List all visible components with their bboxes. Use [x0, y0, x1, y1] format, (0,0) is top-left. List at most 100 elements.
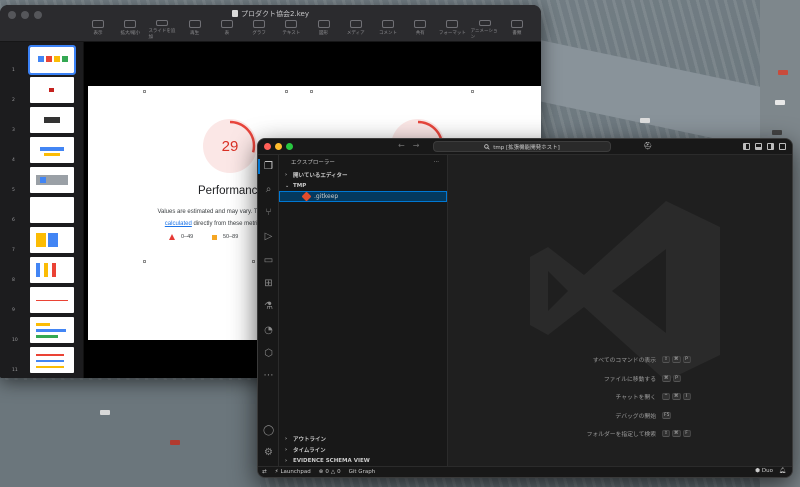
slide-thumbnail-row[interactable]: 8 — [12, 257, 78, 283]
account-icon[interactable]: ◯ — [263, 425, 274, 436]
sidebar-title: エクスプローラー — [291, 160, 335, 166]
remote-indicator-icon[interactable]: ⇄ — [262, 469, 267, 475]
slide-thumbnail[interactable] — [30, 197, 74, 223]
launchpad-item[interactable]: ⚡ Launchpad — [275, 469, 311, 475]
vscode-window: ← → tmp [拡張機能開発ホスト] ⛑ ❐ ⌕ ⑂ ▷ ▭ ⊞ ⚗ ◔ ⬡ … — [257, 138, 793, 478]
toggle-secondary-sidebar-icon[interactable] — [767, 142, 774, 150]
toggle-panel-icon[interactable] — [755, 142, 762, 150]
slide-thumbnail[interactable] — [30, 137, 74, 163]
forward-arrow-icon[interactable]: → — [413, 141, 420, 150]
thumbnail-shape — [40, 177, 46, 183]
selection-handle[interactable] — [252, 260, 255, 263]
shortcut-row[interactable]: すべてのコマンドの表示 ⇧ ⌘ P — [587, 355, 694, 364]
toggle-primary-sidebar-icon[interactable] — [743, 142, 750, 150]
slide-thumbnail-row[interactable]: 5 — [12, 167, 78, 193]
timeline-section[interactable]: › タイムライン — [279, 444, 447, 455]
selection-handle[interactable] — [143, 90, 146, 93]
toolbar-item[interactable]: アニメーション — [471, 20, 499, 40]
copilot-icon[interactable]: ⛑ — [643, 142, 652, 150]
shortcut-row[interactable]: チャットを開く ^ ⌘ I — [587, 392, 694, 401]
close-window-button[interactable] — [264, 143, 271, 150]
slide-thumbnail-row[interactable]: 7 — [12, 227, 78, 253]
ellipsis-icon[interactable]: ··· — [434, 159, 439, 165]
settings-gear-icon[interactable]: ⚙ — [263, 447, 274, 458]
slide-thumbnail-row[interactable]: 10 — [12, 317, 78, 343]
slide-thumbnail[interactable] — [30, 347, 74, 373]
shortcut-label: ファイルに移動する — [603, 376, 656, 383]
toolbar-item[interactable]: 表示 — [84, 20, 112, 40]
selection-handle[interactable] — [310, 90, 313, 93]
slide-thumbnail-row[interactable]: 11 — [12, 347, 78, 373]
toolbar-item[interactable]: 図形 — [310, 20, 338, 40]
toolbar-item[interactable]: 表 — [213, 20, 241, 40]
slide-thumbnail[interactable] — [30, 257, 74, 283]
slide-thumbnail-row[interactable]: 3 — [12, 107, 78, 133]
source-control-icon[interactable]: ⑂ — [263, 207, 274, 218]
slide-thumbnail[interactable] — [30, 77, 74, 103]
evidence-schema-section[interactable]: › EVIDENCE SCHEMA VIEW — [279, 455, 447, 466]
search-icon[interactable]: ⌕ — [263, 184, 274, 195]
more-views-icon[interactable]: ⋯ — [263, 370, 274, 381]
editor-area[interactable]: すべてのコマンドの表示 ⇧ ⌘ P ファイルに移動する ⌘ P チャットを開く ^ ⌘ I デバッグの… — [448, 155, 792, 466]
slide-number: 3 — [12, 128, 15, 133]
toolbar-item[interactable]: フォーマット — [438, 20, 466, 40]
selection-handle[interactable] — [471, 90, 474, 93]
slide-thumbnail-row[interactable]: 6 — [12, 197, 78, 223]
toolbar-label: コメント — [378, 31, 397, 36]
slide-thumbnail-row[interactable]: 1 — [12, 45, 78, 75]
toolbar-item[interactable]: テキスト — [277, 20, 305, 40]
open-editors-section[interactable]: › 開いているエディター — [279, 169, 447, 180]
problems-item[interactable]: ⊗ 0 △ 0 — [319, 469, 341, 475]
extensions-icon[interactable]: ⊞ — [263, 278, 274, 289]
slide-thumbnail[interactable] — [30, 227, 74, 253]
explorer-icon[interactable]: ❐ — [258, 159, 274, 174]
shortcut-row[interactable]: ファイルに移動する ⌘ P — [587, 374, 694, 383]
back-arrow-icon[interactable]: ← — [398, 141, 405, 150]
remote-explorer-icon[interactable]: ▭ — [263, 255, 274, 266]
wallpaper-car — [775, 100, 785, 105]
toolbar-item[interactable]: スライドを追加 — [148, 20, 176, 40]
slide-thumbnail-row[interactable]: 4 — [12, 137, 78, 163]
folder-section[interactable]: ⌄ TMP — [279, 180, 447, 191]
slide-thumbnail-row[interactable]: 9 — [12, 287, 78, 313]
note-link[interactable]: calculated — [165, 221, 192, 227]
zoom-window-button[interactable] — [286, 143, 293, 150]
toolbar-item[interactable]: 書類 — [503, 20, 531, 40]
notifications-bell-icon[interactable]: 🔔︎ — [779, 468, 786, 474]
toolbar-item[interactable]: 拡大/縮小 — [116, 20, 144, 40]
slide-thumbnail[interactable] — [30, 317, 74, 343]
run-debug-icon[interactable]: ▷ — [263, 231, 274, 242]
database-icon[interactable]: ⬡ — [263, 348, 274, 359]
git-graph-item[interactable]: Git Graph — [349, 469, 376, 475]
minimize-window-button[interactable] — [275, 143, 282, 150]
slide-thumbnail[interactable] — [30, 167, 74, 193]
toolbar-item[interactable]: グラフ — [245, 20, 273, 40]
slide-thumbnail[interactable] — [30, 287, 74, 313]
toolbar-label: 図形 — [319, 31, 329, 36]
file-item-gitkeep[interactable]: .gitkeep — [279, 191, 447, 202]
keybinding: ⌘ P — [662, 374, 694, 382]
section-label: アウトライン — [293, 436, 327, 443]
key-cap: P — [672, 374, 681, 382]
toolbar-item[interactable]: 共有 — [406, 20, 434, 40]
wallpaper-car — [100, 410, 110, 415]
slide-thumbnail[interactable] — [30, 107, 74, 133]
toolbar-item[interactable]: コメント — [374, 20, 402, 40]
outline-section[interactable]: › アウトライン — [279, 433, 447, 444]
command-center-search[interactable]: tmp [拡張機能開発ホスト] — [433, 141, 611, 152]
shortcut-row[interactable]: フォルダーを指定して検索 ⇧ ⌘ F — [587, 429, 694, 438]
key-cap: ⌘ — [662, 374, 671, 382]
shortcut-row[interactable]: デバッグの開始 F5 — [587, 411, 694, 420]
selection-handle[interactable] — [285, 90, 288, 93]
customize-layout-icon[interactable] — [779, 142, 786, 150]
toolbar-label: 再生 — [190, 31, 200, 36]
gitlens-icon[interactable]: ◔ — [263, 325, 274, 336]
keybinding: F5 — [662, 411, 694, 419]
toolbar-item[interactable]: メディア — [342, 20, 370, 40]
toolbar-item[interactable]: 再生 — [181, 20, 209, 40]
slide-thumbnail[interactable] — [28, 45, 76, 75]
duo-item[interactable]: ⬢ Duo — [755, 468, 773, 474]
testing-icon[interactable]: ⚗ — [263, 301, 274, 312]
slide-thumbnail-row[interactable]: 2 — [12, 77, 78, 103]
selection-handle[interactable] — [143, 260, 146, 263]
